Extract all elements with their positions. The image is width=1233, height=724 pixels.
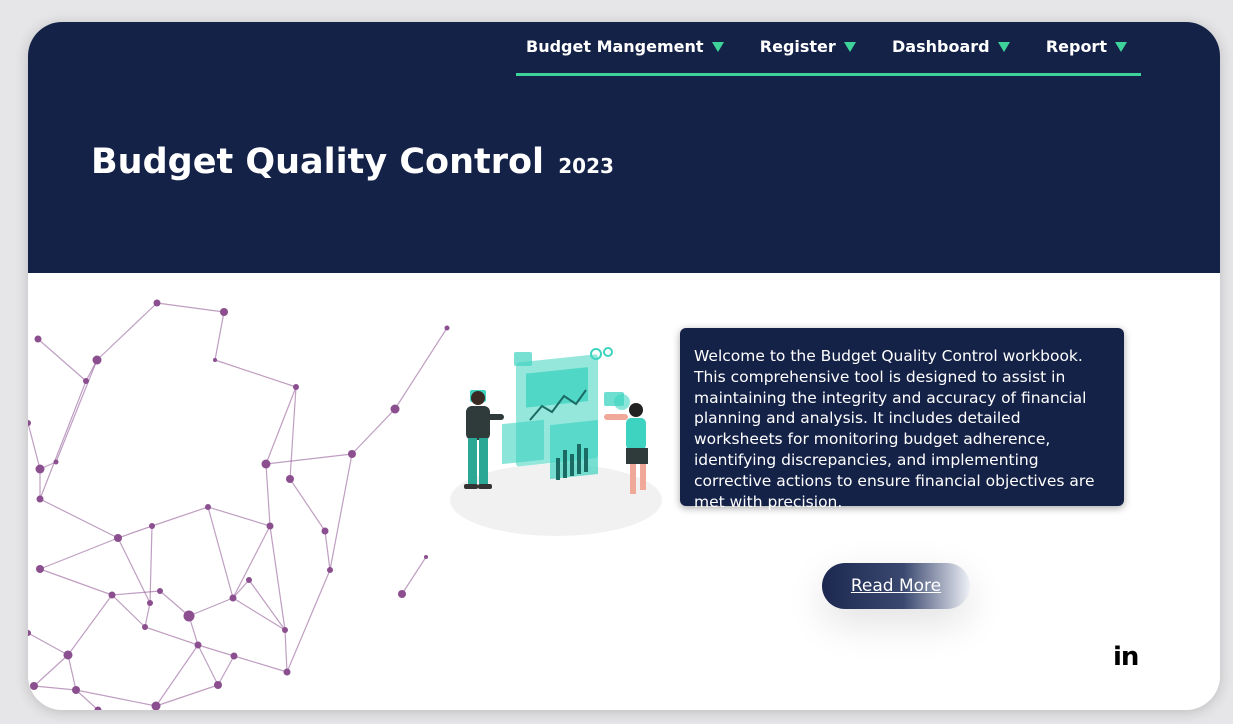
header-banner: Budget Mangement Register Dashboard Repo…	[28, 22, 1220, 273]
page-title-text: Budget Quality Control	[91, 142, 545, 182]
nav-dashboard-label: Dashboard	[892, 37, 990, 56]
intro-textbox: Welcome to the Budget Quality Control wo…	[680, 328, 1124, 511]
caret-down-icon	[997, 41, 1010, 52]
read-more-button[interactable]: Read More	[822, 563, 970, 609]
nav-report[interactable]: Report	[1046, 37, 1127, 56]
nav-dashboard[interactable]: Dashboard	[892, 37, 1010, 56]
nav-report-label: Report	[1045, 37, 1107, 56]
nav-budget-management[interactable]: Budget Mangement	[526, 37, 724, 56]
nav-register[interactable]: Register	[760, 37, 856, 56]
nav-register-label: Register	[759, 37, 836, 56]
page-title-year: 2023	[558, 154, 614, 178]
intro-text: Welcome to the Budget Quality Control wo…	[694, 347, 1095, 511]
network-graphic	[28, 299, 450, 710]
data-analysis-illustration	[450, 347, 662, 536]
nav-budget-management-label: Budget Mangement	[526, 37, 704, 56]
caret-down-icon	[1114, 41, 1127, 52]
caret-down-icon	[843, 41, 856, 52]
main-card: Budget Mangement Register Dashboard Repo…	[28, 22, 1220, 710]
caret-down-icon	[711, 41, 724, 52]
top-nav: Budget Mangement Register Dashboard Repo…	[516, 22, 1141, 76]
linkedin-icon[interactable]: in	[1113, 642, 1139, 672]
page-title: Budget Quality Control 2023	[91, 142, 614, 182]
